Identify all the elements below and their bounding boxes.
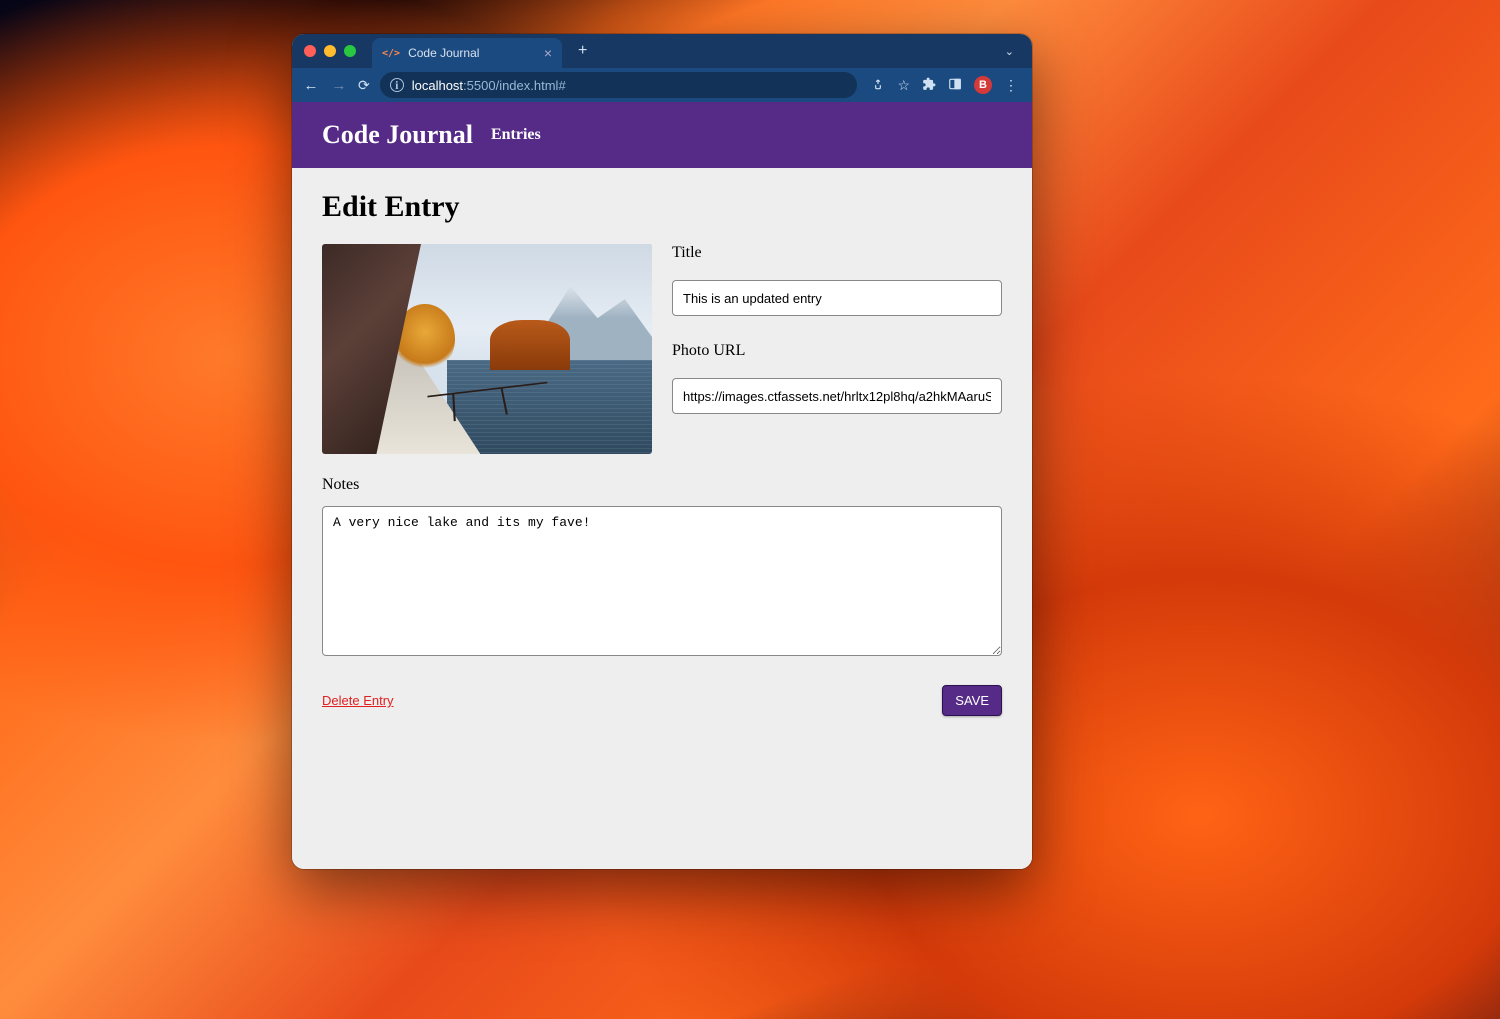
profile-avatar[interactable]: B	[974, 76, 992, 94]
app-title: Code Journal	[322, 120, 473, 150]
kebab-menu-icon[interactable]: ⋮	[1004, 77, 1018, 94]
site-info-icon[interactable]: i	[390, 78, 404, 92]
browser-toolbar: ← → ⟳ i localhost:5500/index.html# ☆ B ⋮	[292, 68, 1032, 102]
maximize-window-icon[interactable]	[344, 45, 356, 57]
form-fields: Title Photo URL	[672, 244, 1002, 454]
notes-label: Notes	[322, 476, 1002, 494]
delete-entry-link[interactable]: Delete Entry	[322, 693, 394, 708]
notes-textarea[interactable]	[322, 506, 1002, 656]
browser-window: </> Code Journal × + ⌄ ← → ⟳ i localhost…	[292, 34, 1032, 869]
tabs-dropdown-icon[interactable]: ⌄	[999, 45, 1020, 58]
minimize-window-icon[interactable]	[324, 45, 336, 57]
tab-title: Code Journal	[408, 46, 536, 60]
save-button[interactable]: SAVE	[942, 685, 1002, 716]
reload-button[interactable]: ⟳	[358, 77, 370, 94]
form-actions: Delete Entry SAVE	[322, 685, 1002, 716]
browser-titlebar: </> Code Journal × + ⌄	[292, 34, 1032, 68]
tab-favicon-icon: </>	[382, 48, 400, 59]
extensions-icon[interactable]	[922, 77, 936, 94]
new-tab-button[interactable]: +	[570, 42, 595, 60]
address-text: localhost:5500/index.html#	[412, 78, 566, 93]
app-viewport: Code Journal Entries Edit Entry Title	[292, 102, 1032, 869]
form-top-row: Title Photo URL	[322, 244, 1002, 454]
photo-preview	[322, 244, 652, 454]
app-header: Code Journal Entries	[292, 102, 1032, 168]
title-label: Title	[672, 244, 1002, 262]
bookmark-star-icon[interactable]: ☆	[897, 77, 910, 94]
back-button[interactable]: ←	[302, 77, 320, 94]
address-bar[interactable]: i localhost:5500/index.html#	[380, 72, 858, 98]
nav-link-entries[interactable]: Entries	[491, 126, 541, 144]
title-input[interactable]	[672, 280, 1002, 316]
photo-url-label: Photo URL	[672, 342, 1002, 360]
share-icon[interactable]	[871, 77, 885, 94]
forward-button: →	[330, 77, 348, 94]
page-content: Edit Entry Title Photo URL	[292, 168, 1032, 746]
panel-icon[interactable]	[948, 77, 962, 94]
photo-url-input[interactable]	[672, 378, 1002, 414]
close-tab-icon[interactable]: ×	[544, 45, 552, 61]
page-heading: Edit Entry	[322, 190, 1002, 224]
browser-tab[interactable]: </> Code Journal ×	[372, 38, 562, 68]
close-window-icon[interactable]	[304, 45, 316, 57]
window-controls	[304, 45, 356, 57]
toolbar-actions: ☆ B ⋮	[867, 76, 1022, 94]
